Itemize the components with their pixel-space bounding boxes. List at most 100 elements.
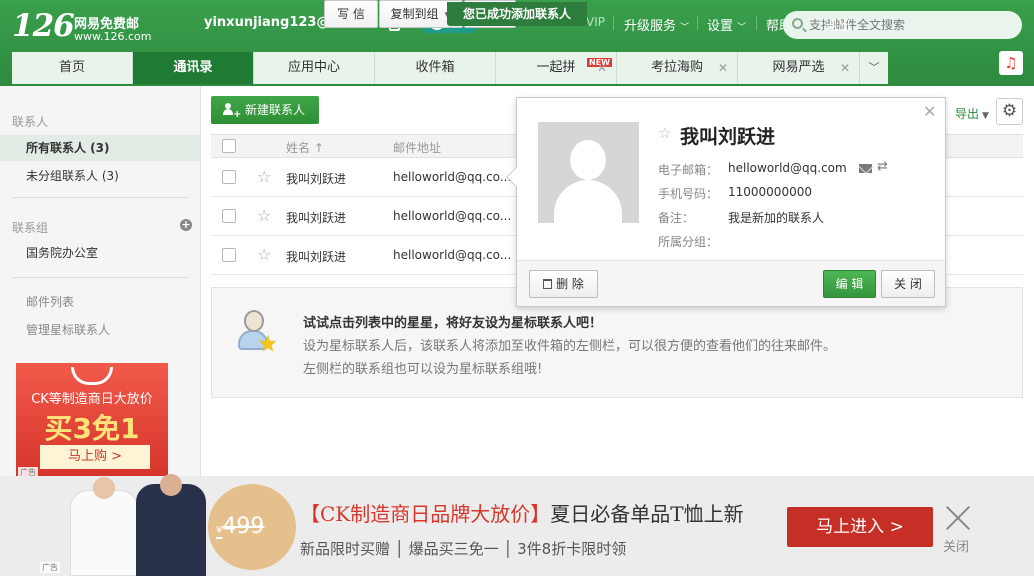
- star-icon[interactable]: ☆: [257, 245, 271, 264]
- search-box[interactable]: [783, 11, 1022, 39]
- ad-headline-rest: 夏日必备单品T恤上新: [550, 502, 744, 526]
- settings-label: 设置: [707, 19, 734, 34]
- new-contact-label: 新建联系人: [245, 103, 306, 117]
- contact-note: 我是新加的联系人: [728, 211, 825, 225]
- row-checkbox[interactable]: [222, 248, 236, 262]
- star-icon[interactable]: ☆: [257, 167, 271, 186]
- sidebar-item-ungrouped[interactable]: 未分组联系人 (3): [0, 163, 200, 189]
- star-icon[interactable]: ☆: [257, 206, 271, 225]
- tip-title: 试试点击列表中的星星，将好友设为星标联系人吧！: [303, 316, 603, 331]
- original-price: ¥499: [216, 514, 264, 539]
- tab-label: 一起拼: [536, 60, 576, 75]
- edit-contact-button[interactable]: 编 辑: [823, 270, 876, 298]
- sidebar-promo-ad[interactable]: CK等制造商日大放价 买3免1 马上购 > 广告: [16, 363, 168, 478]
- sidebar-item-group[interactable]: 国务院办公室: [0, 240, 200, 266]
- tab-label: 应用中心: [287, 60, 340, 75]
- contact-phone: 11000000000: [728, 185, 812, 199]
- avatar-body: [554, 180, 622, 223]
- tab-label: 通讯录: [173, 60, 213, 75]
- sort-arrow-icon: ↑: [313, 141, 324, 155]
- phone-label: 手机号码：: [658, 187, 719, 201]
- divider: [756, 16, 757, 30]
- delete-label: 删 除: [556, 277, 584, 291]
- ad-headline-highlight: 【CK制造商日品牌大放价】: [300, 502, 551, 526]
- delete-contact-button[interactable]: 删 除: [529, 270, 598, 298]
- ribbon-icon: [71, 367, 113, 385]
- chevron-down-icon: ▼: [982, 111, 989, 121]
- ad-enter-button[interactable]: 马上进入 >: [787, 507, 933, 547]
- divider: [12, 197, 189, 198]
- tab-label: 收件箱: [415, 60, 455, 75]
- search-icon[interactable]: [792, 18, 803, 29]
- send-mail-icon[interactable]: [859, 164, 872, 173]
- divider: [12, 277, 189, 278]
- contact-name[interactable]: 我叫刘跃进: [286, 170, 346, 187]
- vip-link[interactable]: VIP: [586, 15, 605, 29]
- row-checkbox[interactable]: [222, 209, 236, 223]
- tab-contacts[interactable]: 通讯录: [133, 52, 254, 84]
- more-tabs-button[interactable]: ﹀: [860, 52, 888, 84]
- close-icon[interactable]: ✕: [923, 102, 936, 121]
- col-email-header[interactable]: 邮件地址: [393, 139, 441, 156]
- close-popup-button[interactable]: 关 闭: [881, 270, 935, 298]
- sidebar-item-manage-star[interactable]: 管理星标联系人: [0, 317, 200, 343]
- close-icon[interactable]: ✕: [597, 52, 607, 84]
- divider: [697, 16, 698, 30]
- contact-email[interactable]: helloworld@qq.co...: [393, 170, 511, 184]
- upgrade-service-label: 升级服务: [624, 19, 677, 34]
- ad-close-label[interactable]: 关闭: [943, 536, 969, 555]
- sidebar-item-mail-list[interactable]: 邮件列表: [0, 289, 200, 315]
- logo-number: 126: [12, 8, 75, 44]
- white-tshirt-image: [70, 477, 138, 576]
- tab-inbox[interactable]: 收件箱: [375, 52, 496, 84]
- close-icon[interactable]: ✕: [840, 52, 850, 84]
- tab-kaola[interactable]: 考拉海购 ✕: [617, 52, 738, 84]
- new-contact-button[interactable]: + 新建联系人: [211, 96, 319, 124]
- contact-name: 我叫刘跃进: [680, 126, 776, 148]
- promo-buy-button[interactable]: 马上购 >: [40, 445, 150, 469]
- upgrade-service-link[interactable]: 升级服务 ﹀: [624, 15, 689, 34]
- tab-label: 考拉海购: [650, 60, 703, 75]
- contact-email[interactable]: helloworld@qq.com: [728, 161, 847, 175]
- select-all-checkbox[interactable]: [222, 139, 236, 153]
- tab-pinduo[interactable]: 一起拼 NEW ✕: [496, 52, 617, 84]
- logout-link[interactable]: 退出: [825, 15, 851, 34]
- promo-line2: 买3免1: [44, 412, 140, 445]
- tab-label: 首页: [58, 60, 85, 75]
- settings-link[interactable]: 设置 ﹀: [707, 15, 746, 34]
- add-group-icon[interactable]: +: [180, 219, 192, 231]
- tab-yanxuan[interactable]: 网易严选 ✕: [738, 52, 860, 84]
- music-icon[interactable]: ♫: [999, 51, 1023, 75]
- close-icon[interactable]: [944, 504, 972, 532]
- export-button[interactable]: 导出 ▼: [955, 105, 989, 122]
- tab-app-center[interactable]: 应用中心: [254, 52, 375, 84]
- avatar: [538, 122, 639, 223]
- close-icon[interactable]: ✕: [718, 52, 728, 84]
- popup-footer: 删 除 编 辑 关 闭: [517, 260, 945, 306]
- bottom-ad-banner[interactable]: ¥499 【CK制造商日品牌大放价】夏日必备单品T恤上新 新品限时买赠 │ 爆品…: [0, 474, 1034, 576]
- contact-name[interactable]: 我叫刘跃进: [286, 248, 346, 265]
- email-label: 电子邮箱：: [658, 163, 719, 177]
- contact-detail-popup: ✕ ☆ 我叫刘跃进 电子邮箱： helloworld@qq.com ⇄ 手机号码…: [506, 97, 946, 307]
- col-name-header[interactable]: 姓名 ↑: [286, 139, 324, 156]
- star-icon[interactable]: ☆: [658, 124, 671, 142]
- contact-email[interactable]: helloworld@qq.co...: [393, 248, 511, 262]
- contact-email[interactable]: helloworld@qq.co...: [393, 209, 511, 223]
- contact-name[interactable]: 我叫刘跃进: [286, 209, 346, 226]
- plus-icon: +: [233, 109, 242, 120]
- row-checkbox[interactable]: [222, 170, 236, 184]
- swap-icon[interactable]: ⇄: [877, 159, 888, 174]
- tip-line: 左侧栏的联系组也可以设为星标联系组哦!: [303, 362, 543, 377]
- ad-subline: 新品限时买赠 │ 爆品买三免一 │ 3件8折卡限时领: [300, 540, 627, 558]
- export-label: 导出: [955, 107, 980, 121]
- col-name-label: 姓名: [286, 141, 311, 155]
- tab-home[interactable]: 首页: [12, 52, 133, 84]
- top-header: 126 网易免费邮 www.126.com yinxunjiang123@126…: [0, 0, 1034, 86]
- person-head: [244, 310, 264, 332]
- divider: [613, 16, 614, 30]
- write-mail-button[interactable]: 写 信: [324, 0, 378, 28]
- sidebar-item-all-contacts[interactable]: 所有联系人 (3): [0, 135, 200, 161]
- gear-icon[interactable]: ⚙: [996, 98, 1023, 125]
- star-icon: ★: [258, 332, 278, 357]
- chevron-down-icon: ﹀: [737, 23, 747, 33]
